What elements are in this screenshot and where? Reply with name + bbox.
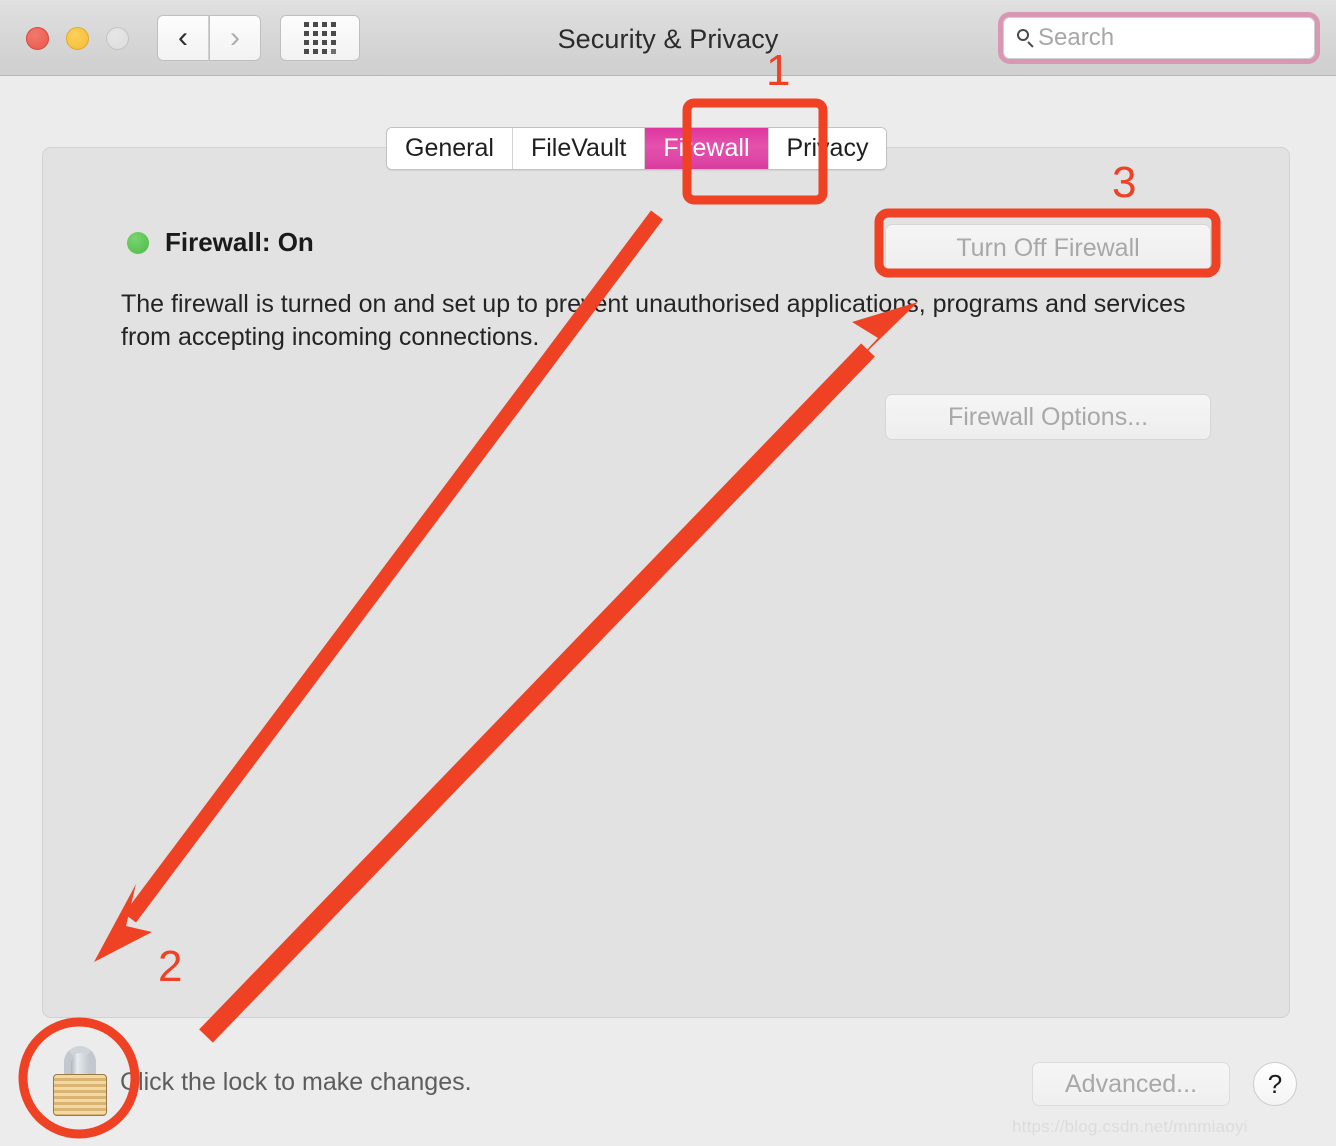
padlock-closed-icon[interactable] — [48, 1044, 112, 1116]
tab-firewall[interactable]: Firewall — [645, 128, 769, 169]
window-titlebar: ‹ › Security & Privacy — [0, 0, 1336, 76]
preference-tabs: General FileVault Firewall Privacy — [386, 127, 888, 170]
help-button[interactable]: ? — [1253, 1062, 1297, 1106]
annotation-number-2: 2 — [158, 942, 183, 991]
turn-off-firewall-button[interactable]: Turn Off Firewall — [885, 224, 1211, 272]
firewall-description: The firewall is turned on and set up to … — [121, 290, 1186, 351]
search-field[interactable] — [1003, 17, 1315, 59]
firewall-options-button[interactable]: Firewall Options... — [885, 394, 1211, 440]
status-indicator-dot — [127, 231, 149, 254]
screenshot-root: ‹ › Security & Privacy Search Firewall: … — [0, 0, 1336, 1146]
firewall-status: Firewall: On — [127, 227, 314, 258]
search-icon — [1016, 28, 1035, 48]
security-privacy-window: ‹ › Security & Privacy Search Firewall: … — [0, 0, 1336, 1146]
firewall-pane: Firewall: On The firewall is turned on a… — [42, 147, 1290, 1018]
search-input[interactable] — [1038, 24, 1298, 52]
annotation-number-3: 3 — [1112, 158, 1137, 207]
annotation-number-1: 1 — [766, 46, 791, 95]
status-badge: Firewall: On — [165, 227, 314, 257]
advanced-button[interactable]: Advanced... — [1032, 1062, 1230, 1106]
lock-hint-label: Click the lock to make changes. — [120, 1068, 472, 1096]
search-field-highlight — [998, 12, 1320, 64]
tab-privacy[interactable]: Privacy — [768, 128, 887, 169]
tab-general[interactable]: General — [387, 128, 513, 169]
watermark-text: https://blog.csdn.net/mnmiaoyi — [1012, 1117, 1248, 1136]
tab-filevault[interactable]: FileVault — [512, 128, 646, 169]
